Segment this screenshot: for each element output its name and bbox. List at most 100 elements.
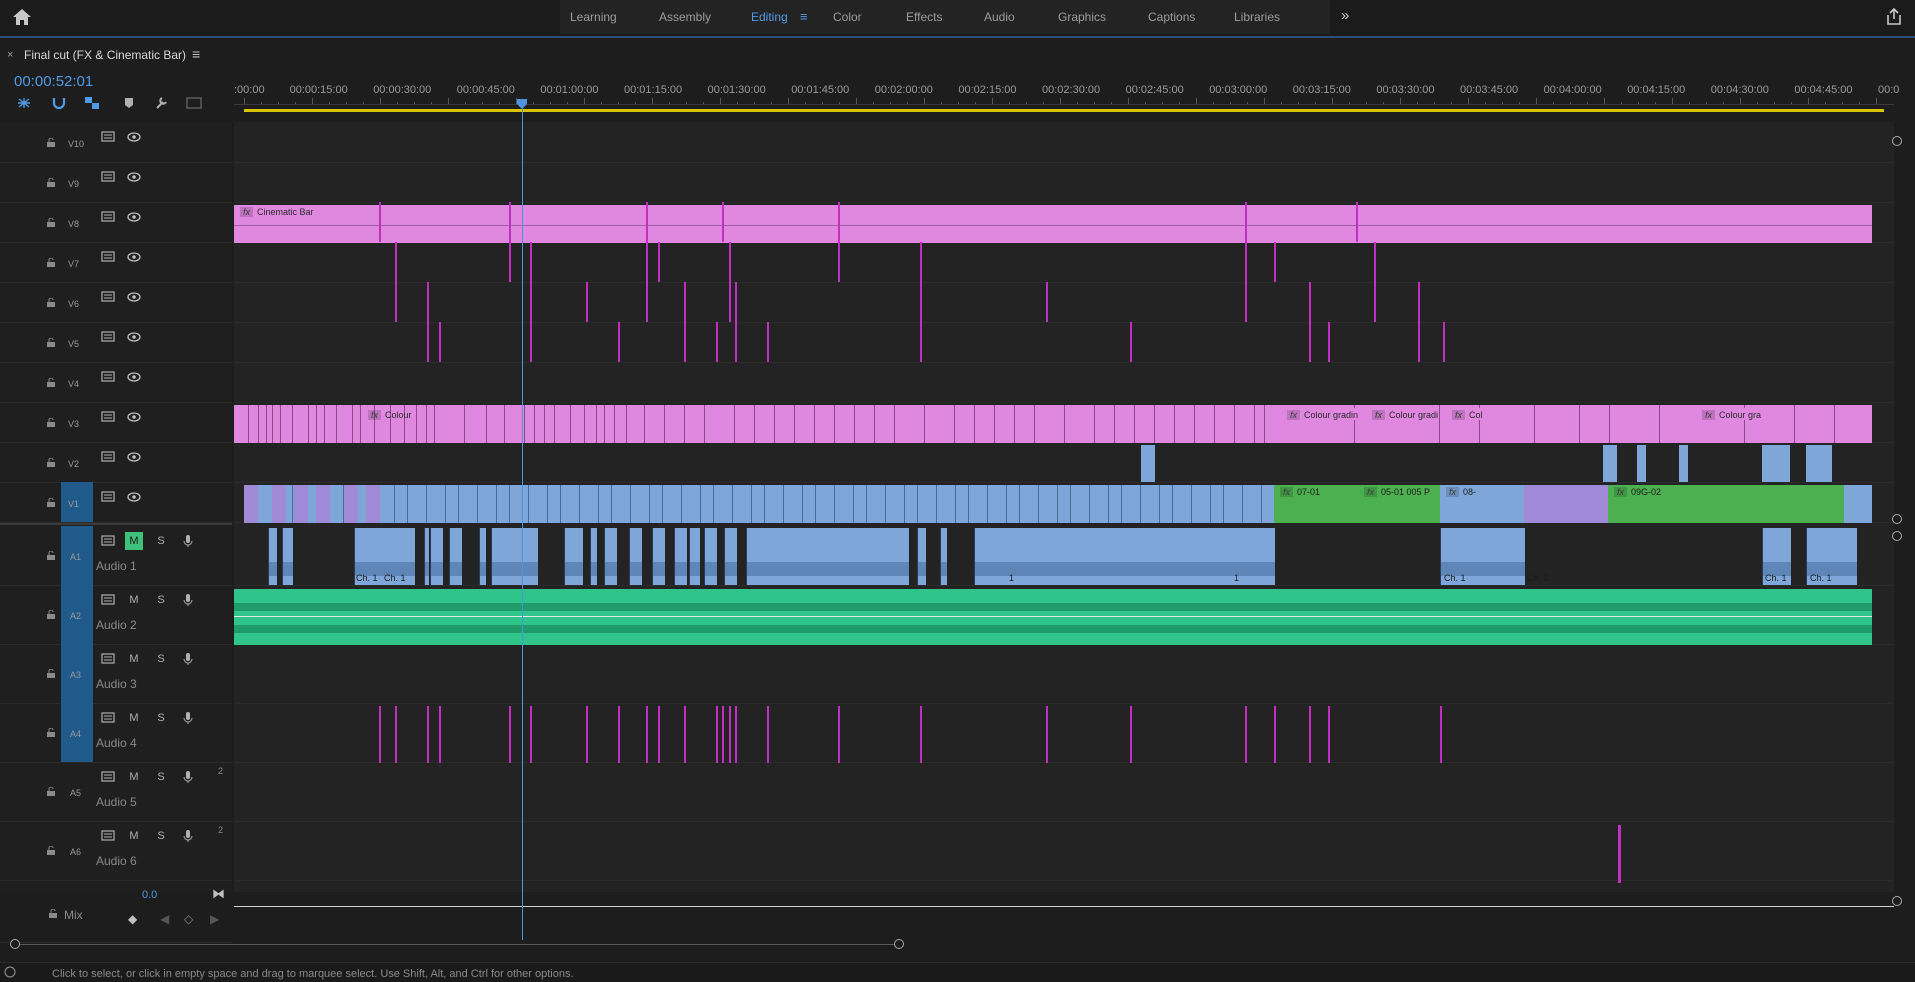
clip-a4[interactable]: [684, 706, 686, 763]
clip-v2[interactable]: [1141, 445, 1155, 482]
video-lane[interactable]: [234, 322, 1894, 363]
clip-a4[interactable]: [1245, 706, 1247, 763]
track-name[interactable]: V7: [68, 259, 79, 269]
tab-graphics[interactable]: Graphics: [1058, 10, 1106, 24]
clip-a4[interactable]: [509, 706, 511, 763]
clip-v1-08[interactable]: fx 08-: [1440, 485, 1524, 523]
tab-audio[interactable]: Audio: [984, 10, 1015, 24]
clip-a4[interactable]: [722, 706, 724, 763]
clip-adjustment-layer[interactable]: [646, 202, 648, 322]
clip-adjustment-layer[interactable]: [729, 242, 731, 322]
tab-editing[interactable]: Editing: [751, 10, 788, 24]
captions-icon[interactable]: [186, 97, 202, 109]
clip-a4[interactable]: [439, 706, 441, 763]
clip-audio-1[interactable]: [704, 528, 717, 585]
lock-icon[interactable]: [46, 728, 56, 737]
clip-adjustment-layer[interactable]: [1418, 282, 1420, 362]
clip-audio-1[interactable]: [491, 528, 538, 585]
playhead-line[interactable]: [522, 100, 523, 940]
mute-button[interactable]: M: [125, 709, 143, 727]
sync-lock-icon[interactable]: [100, 330, 116, 344]
clip-a4[interactable]: [530, 706, 532, 763]
clip-a4[interactable]: [767, 706, 769, 763]
snap-icon[interactable]: [52, 96, 66, 110]
tab-libraries[interactable]: Libraries: [1234, 10, 1280, 24]
clip-a4[interactable]: [838, 706, 840, 763]
clip-v2[interactable]: [1603, 445, 1617, 482]
tab-effects[interactable]: Effects: [906, 10, 942, 24]
lock-icon[interactable]: [46, 138, 56, 147]
lock-icon[interactable]: [46, 218, 56, 227]
clip-cinematic-bar[interactable]: fx Cinematic Bar: [234, 205, 1872, 243]
audio-scroll-handle-top[interactable]: [1892, 531, 1902, 541]
clip-adjustment-layer[interactable]: [379, 202, 381, 242]
track-name[interactable]: V2: [68, 459, 79, 469]
clip-a4[interactable]: [1046, 706, 1048, 763]
next-keyframe-icon[interactable]: ▶: [210, 912, 219, 926]
track-id[interactable]: A4: [70, 729, 81, 739]
clip-audio-1[interactable]: [629, 528, 642, 585]
track-name[interactable]: Audio 5: [96, 795, 137, 809]
solo-button[interactable]: S: [152, 532, 170, 550]
clip-v1[interactable]: [1844, 485, 1872, 523]
video-lane[interactable]: [234, 122, 1894, 163]
lock-icon[interactable]: [46, 458, 56, 467]
clip-adjustment-layer[interactable]: [439, 322, 441, 362]
clip-audio-1[interactable]: [449, 528, 462, 585]
track-name[interactable]: V9: [68, 179, 79, 189]
clip-a4[interactable]: [618, 706, 620, 763]
lock-icon[interactable]: [46, 338, 56, 347]
mute-button[interactable]: M: [125, 532, 143, 550]
lock-icon[interactable]: [46, 298, 56, 307]
lock-icon[interactable]: [46, 846, 56, 855]
clip-a4[interactable]: [1309, 706, 1311, 763]
zoom-scrollbar[interactable]: [14, 944, 900, 945]
clip-adjustment-layer[interactable]: [1443, 322, 1445, 362]
timeline-tracks[interactable]: fx Cinematic Bar fx Colour fx Colour gradin…: [234, 122, 1894, 907]
clip-a4[interactable]: [646, 706, 648, 763]
tab-color[interactable]: Color: [833, 10, 862, 24]
eye-icon[interactable]: [126, 490, 142, 504]
eye-icon[interactable]: [126, 370, 142, 384]
clip-adjustment-layer[interactable]: [395, 242, 397, 322]
clip-adjustment-layer[interactable]: [509, 202, 511, 282]
audio-lane[interactable]: [234, 703, 1894, 763]
clip-adjustment-layer[interactable]: [838, 202, 840, 282]
mix-volume-value[interactable]: 0.0: [142, 889, 157, 901]
track-id[interactable]: A2: [70, 611, 81, 621]
clip-audio-music[interactable]: [234, 589, 1872, 645]
clip-colour-layer[interactable]: fx Colour fx Colour gradin fx Colour gradi …: [234, 405, 1872, 443]
video-lane[interactable]: [234, 362, 1894, 403]
share-icon[interactable]: [1886, 8, 1902, 26]
clip-adjustment-layer[interactable]: [1274, 242, 1276, 282]
sync-lock-icon[interactable]: [100, 210, 116, 224]
add-marker-icon[interactable]: [124, 97, 134, 109]
eye-icon[interactable]: [126, 410, 142, 424]
track-name[interactable]: V1: [68, 499, 79, 509]
time-ruler[interactable]: :00:00 00:00:15:00 00:00:30:00 00:00:45:00 0…: [234, 70, 1899, 120]
clip-adjustment-layer[interactable]: [767, 322, 769, 362]
track-name[interactable]: V4: [68, 379, 79, 389]
video-lane[interactable]: [234, 242, 1894, 283]
clip-v2[interactable]: [1806, 445, 1832, 482]
clip-adjustment-layer[interactable]: [1046, 282, 1048, 322]
clip-audio-1[interactable]: [268, 528, 277, 585]
lock-icon[interactable]: [46, 418, 56, 427]
clip-a4[interactable]: [1328, 706, 1330, 763]
eye-icon[interactable]: [126, 290, 142, 304]
clip-audio-1[interactable]: [652, 528, 665, 585]
mix-volume-line[interactable]: [234, 906, 1894, 907]
audio-lane[interactable]: [234, 762, 1894, 822]
clip-a4[interactable]: [1130, 706, 1132, 763]
clip-a4[interactable]: [1440, 706, 1442, 763]
clip-a4[interactable]: [395, 706, 397, 763]
lock-icon[interactable]: [46, 787, 56, 796]
keyframe-icon[interactable]: ◇: [184, 912, 193, 926]
clip-adjustment-layer[interactable]: [1328, 322, 1330, 362]
track-id[interactable]: A3: [70, 670, 81, 680]
track-name[interactable]: Audio 4: [96, 736, 137, 750]
clip-adjustment-layer[interactable]: [735, 282, 737, 362]
clip-adjustment-layer[interactable]: [684, 282, 686, 362]
video-scroll-handle-bottom[interactable]: [1892, 514, 1902, 524]
sync-lock-icon[interactable]: [100, 534, 116, 548]
